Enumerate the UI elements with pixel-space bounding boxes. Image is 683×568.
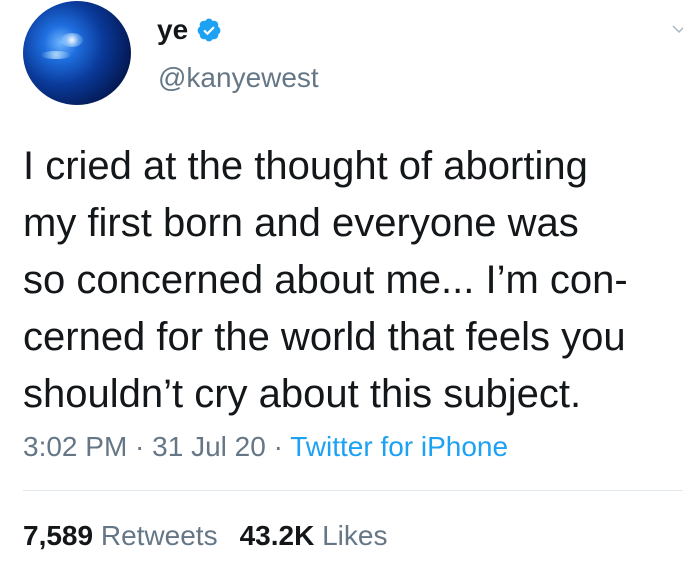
- verified-badge-icon: [197, 18, 221, 42]
- retweets-label: Retweets: [100, 520, 218, 551]
- name-row: ye: [157, 14, 222, 46]
- retweets-stat[interactable]: 7,589 Retweets: [23, 520, 218, 551]
- tweet-text-line: shouldn’t cry about this subject.: [23, 372, 582, 416]
- tweet-meta: 3:02 PM · 31 Jul 20 · Twitter for iPhone: [23, 430, 508, 464]
- tweet-text-line: I cried at the thought of aborting: [23, 144, 588, 188]
- tweet-text: I cried at the thought of aborting my fir…: [23, 138, 683, 423]
- avatar-highlight: [61, 33, 83, 47]
- tweet: ye @kanyewest I cried at the thought of …: [0, 0, 683, 568]
- avatar[interactable]: [23, 1, 131, 105]
- user-handle[interactable]: @kanyewest: [158, 62, 319, 94]
- tweet-source-link[interactable]: Twitter for iPhone: [290, 431, 508, 462]
- chevron-down-icon[interactable]: [672, 22, 683, 36]
- avatar-highlight-secondary: [41, 51, 71, 59]
- meta-separator: ·: [265, 431, 291, 462]
- likes-stat[interactable]: 43.2K Likes: [240, 520, 388, 551]
- tweet-time[interactable]: 3:02 PM: [23, 431, 127, 462]
- meta-separator: ·: [127, 431, 153, 462]
- divider: [23, 490, 683, 491]
- tweet-text-line: cerned for the world that feels you: [23, 315, 626, 359]
- retweets-count: 7,589: [23, 520, 94, 551]
- likes-count: 43.2K: [239, 520, 315, 551]
- likes-label: Likes: [322, 520, 388, 551]
- tweet-text-line: so concerned about me... I’m con-: [23, 258, 628, 302]
- tweet-stats: 7,589 Retweets 43.2K Likes: [23, 519, 387, 553]
- display-name[interactable]: ye: [157, 14, 188, 46]
- tweet-date[interactable]: 31 Jul 20: [152, 431, 266, 462]
- tweet-text-line: my first born and everyone was: [23, 201, 579, 245]
